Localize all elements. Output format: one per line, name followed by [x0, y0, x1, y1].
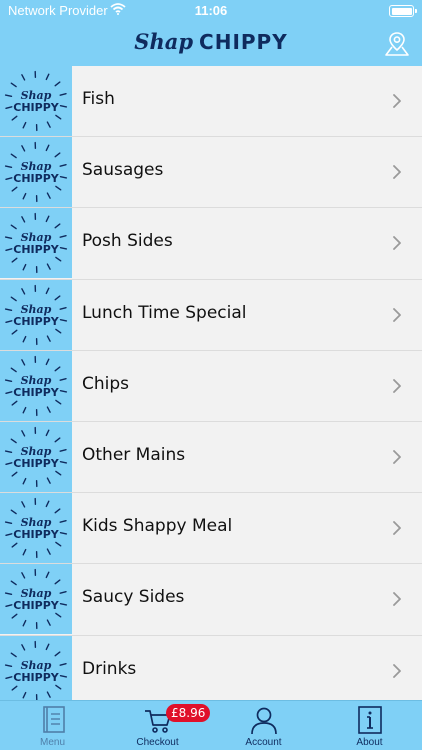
- thumb-word-text: CHIPPY: [13, 528, 59, 541]
- category-label: Sausages: [82, 160, 164, 181]
- location-map-icon[interactable]: [384, 30, 410, 58]
- category-label: Chips: [82, 373, 130, 394]
- category-logo-image: Shap CHIPPY: [4, 213, 68, 274]
- menu-category-row[interactable]: Shap CHIPPY Drinks: [0, 635, 422, 707]
- category-logo-image: Shap CHIPPY: [4, 640, 68, 701]
- chevron-right-icon: [393, 592, 401, 607]
- thumb-word-text: CHIPPY: [13, 386, 59, 399]
- chevron-right-icon: [393, 521, 401, 536]
- tab-account[interactable]: Account: [211, 701, 316, 750]
- chevron-right-icon: [393, 663, 401, 678]
- menu-category-row[interactable]: Shap CHIPPY Chips: [0, 350, 422, 422]
- category-thumbnail: Shap CHIPPY: [0, 279, 72, 350]
- menu-category-row[interactable]: Shap CHIPPY Other Mains: [0, 421, 422, 494]
- tab-about-label: About: [356, 737, 383, 748]
- category-label: Kids Shappy Meal: [82, 516, 233, 537]
- category-logo-image: Shap CHIPPY: [4, 426, 68, 488]
- category-logo-image: Shap CHIPPY: [4, 142, 68, 203]
- tab-about[interactable]: About: [317, 701, 422, 750]
- chevron-right-icon: [393, 236, 401, 251]
- menu-category-row[interactable]: Shap CHIPPY Kids Shappy Meal: [0, 493, 422, 565]
- tab-account-label: Account: [245, 737, 282, 748]
- category-label: Fish: [82, 89, 115, 109]
- battery-icon: [389, 5, 417, 17]
- thumb-word-text: CHIPPY: [13, 457, 59, 470]
- category-thumbnail: Shap CHIPPY: [0, 208, 72, 279]
- menu-category-row[interactable]: Shap CHIPPY Posh Sides: [0, 208, 422, 280]
- thumb-word-text: CHIPPY: [13, 172, 59, 185]
- category-thumbnail: Shap CHIPPY: [0, 137, 72, 208]
- chevron-right-icon: [393, 378, 401, 393]
- category-logo-image: Shap CHIPPY: [4, 498, 68, 559]
- category-label: Posh Sides: [82, 231, 173, 252]
- info-icon: [358, 706, 382, 734]
- thumb-word-text: CHIPPY: [13, 243, 59, 256]
- tab-menu[interactable]: Menu: [0, 701, 105, 750]
- app-logo: Shap CHIPPY: [0, 28, 422, 59]
- account-icon: [251, 707, 277, 735]
- chevron-right-icon: [393, 94, 401, 108]
- menu-category-list: Shap CHIPPY Fish Shap CHIPPY Sausages Sh…: [0, 66, 422, 707]
- category-label: Drinks: [82, 658, 137, 679]
- category-thumbnail: Shap CHIPPY: [0, 564, 72, 635]
- category-thumbnail: Shap CHIPPY: [0, 421, 72, 492]
- cart-total-badge: £8.96: [166, 704, 211, 722]
- thumb-word-text: CHIPPY: [13, 599, 59, 612]
- tab-bar: Menu Checkout Account About £8.96: [0, 700, 422, 750]
- status-bar: Network Provider 11:06: [0, 0, 422, 22]
- category-thumbnail: Shap CHIPPY: [0, 635, 72, 706]
- category-label: Lunch Time Special: [82, 302, 247, 323]
- category-logo-image: Shap CHIPPY: [4, 355, 68, 416]
- category-thumbnail: Shap CHIPPY: [0, 66, 72, 136]
- category-logo-image: Shap CHIPPY: [4, 569, 68, 630]
- category-label: Saucy Sides: [82, 587, 185, 608]
- logo-word: CHIPPY: [199, 30, 288, 54]
- thumb-word-text: CHIPPY: [13, 101, 59, 114]
- logo-script: Shap: [134, 29, 194, 54]
- category-logo-image: Shap CHIPPY: [4, 70, 68, 132]
- menu-category-row[interactable]: Shap CHIPPY Saucy Sides: [0, 564, 422, 636]
- category-logo-image: Shap CHIPPY: [4, 284, 68, 345]
- category-thumbnail: Shap CHIPPY: [0, 350, 72, 421]
- tab-menu-label: Menu: [39, 737, 65, 748]
- thumb-word-text: CHIPPY: [13, 315, 59, 328]
- chevron-right-icon: [393, 165, 401, 180]
- menu-category-row[interactable]: Shap CHIPPY Lunch Time Special: [0, 279, 422, 351]
- chevron-right-icon: [393, 450, 401, 464]
- category-label: Other Mains: [82, 444, 186, 465]
- chevron-right-icon: [393, 307, 401, 322]
- tab-checkout-label: Checkout: [136, 737, 179, 748]
- status-time: 11:06: [194, 3, 228, 18]
- thumb-word-text: CHIPPY: [13, 671, 59, 684]
- menu-category-row[interactable]: Shap CHIPPY Sausages: [0, 137, 422, 209]
- menu-category-row[interactable]: Shap CHIPPY Fish: [0, 66, 422, 138]
- menu-book-icon: [43, 706, 65, 733]
- top-bar: Network Provider 11:06 Shap CHIPPY: [0, 0, 422, 66]
- category-thumbnail: Shap CHIPPY: [0, 493, 72, 564]
